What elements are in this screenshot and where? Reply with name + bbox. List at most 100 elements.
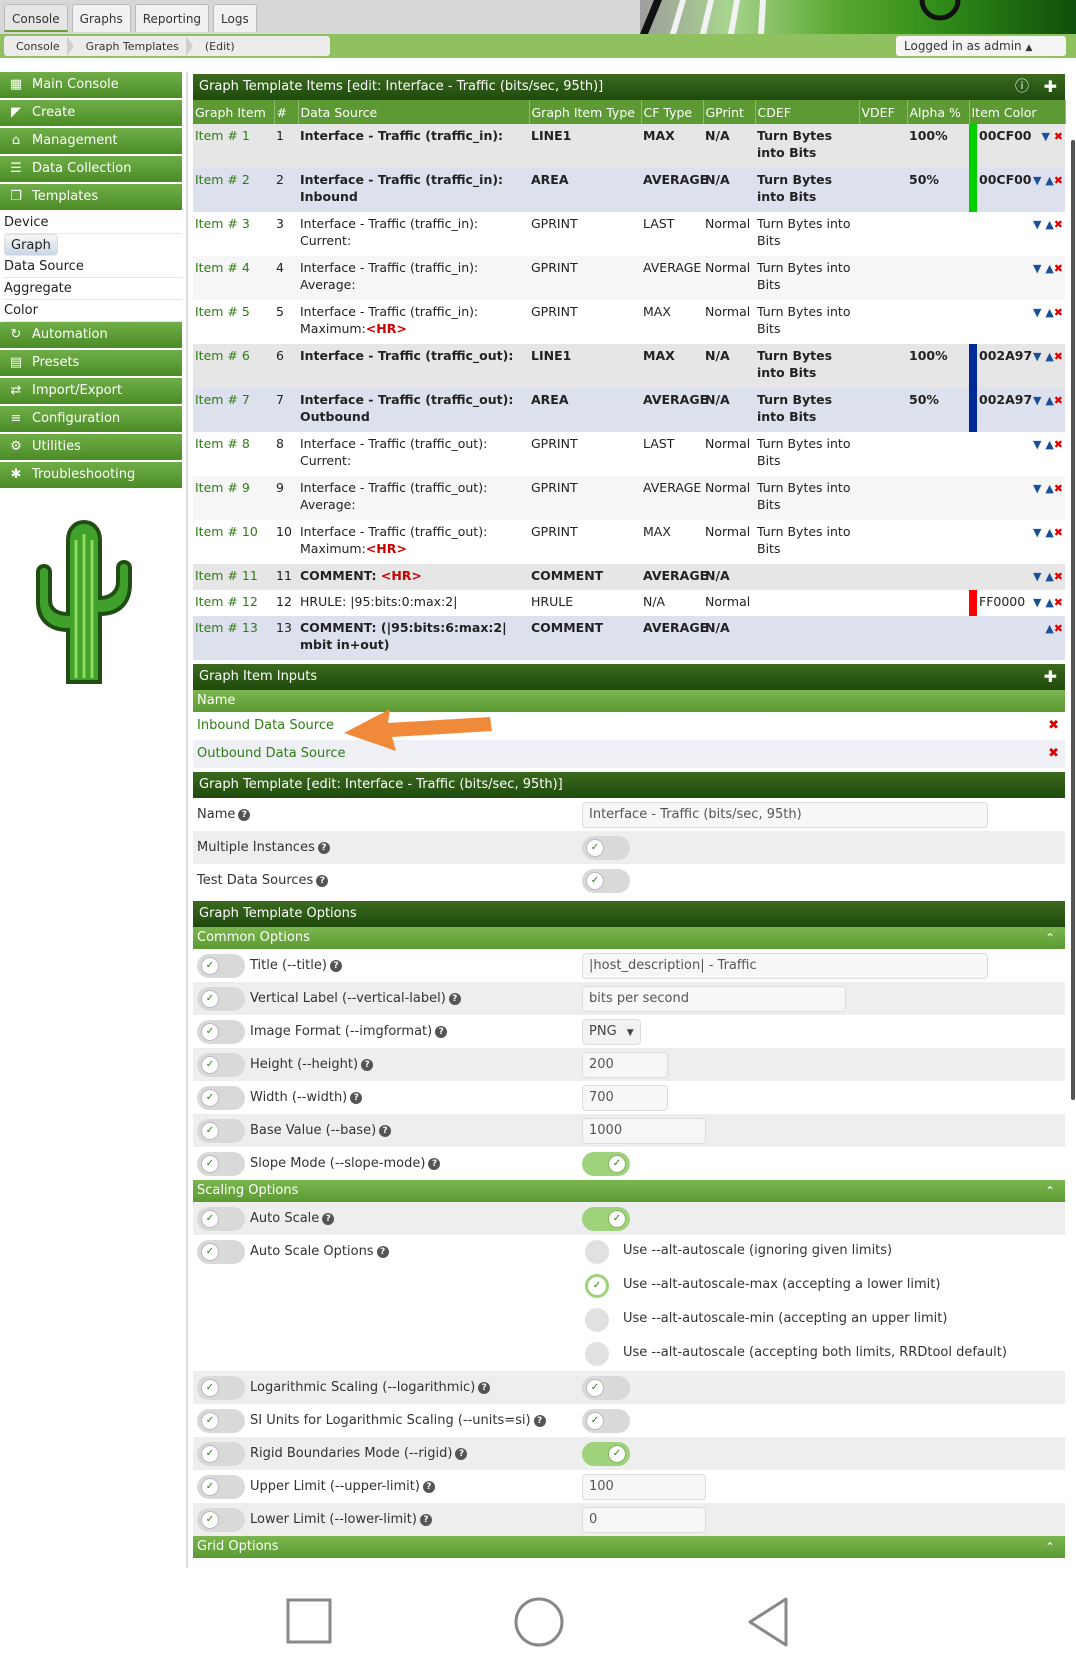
common-options-header[interactable]: Common Options ⌃ xyxy=(193,927,1065,949)
move-up-icon[interactable]: ▲ xyxy=(1045,174,1053,187)
collapse-icon[interactable]: ⌃ xyxy=(1045,1180,1055,1202)
move-down-icon[interactable]: ▼ xyxy=(1033,174,1041,187)
menu-troubleshooting[interactable]: ✱ Troubleshooting xyxy=(0,462,182,488)
delete-icon[interactable]: ✖ xyxy=(1054,622,1063,635)
logarithmic-enable-toggle[interactable]: ✓ xyxy=(197,1375,245,1400)
move-up-icon[interactable]: ▲ xyxy=(1045,218,1053,231)
help-icon[interactable]: ? xyxy=(428,1157,441,1170)
menu-create[interactable]: ◤ Create xyxy=(0,100,182,126)
breadcrumb-graph-templates[interactable]: Graph Templates xyxy=(74,35,194,56)
delete-icon[interactable]: ✖ xyxy=(1054,482,1063,495)
item-link[interactable]: Item # 12 xyxy=(193,590,274,616)
image-format-select[interactable]: PNG ▼ xyxy=(582,1018,641,1045)
grid-options-header[interactable]: Grid Options ⌃ xyxy=(193,1536,1065,1558)
help-icon[interactable]: ? xyxy=(435,1025,448,1038)
help-icon[interactable]: ? xyxy=(329,959,342,972)
title-input[interactable]: |host_description| - Traffic xyxy=(582,952,988,979)
item-link[interactable]: Item # 1 xyxy=(193,124,274,168)
help-icon[interactable]: ? xyxy=(322,1212,335,1225)
delete-icon[interactable]: ✖ xyxy=(1054,174,1063,187)
item-link[interactable]: Item # 13 xyxy=(193,616,274,660)
move-down-icon[interactable]: ▼ xyxy=(1033,526,1041,539)
delete-icon[interactable]: ✖ xyxy=(1054,350,1063,363)
item-link[interactable]: Item # 5 xyxy=(193,300,274,344)
slope-mode-switch[interactable]: ✓ xyxy=(582,1151,630,1176)
radio-button[interactable] xyxy=(585,1240,609,1264)
rigid-switch[interactable]: ✓ xyxy=(582,1441,630,1466)
width-input[interactable]: 700 xyxy=(582,1084,668,1111)
help-icon[interactable]: ? xyxy=(419,1513,432,1526)
menu-templates[interactable]: ❐ Templates xyxy=(0,184,182,210)
item-link[interactable]: Item # 11 xyxy=(193,564,274,590)
move-down-icon[interactable]: ▼ xyxy=(1033,570,1041,583)
submenu-color[interactable]: Color xyxy=(4,300,182,322)
help-icon[interactable]: ? xyxy=(350,1091,363,1104)
back-icon[interactable] xyxy=(744,1596,792,1648)
move-up-icon[interactable]: ▲ xyxy=(1045,570,1053,583)
item-link[interactable]: Item # 8 xyxy=(193,432,274,476)
multi-instances-switch[interactable]: ✓ xyxy=(582,835,630,860)
vertical-label-enable-toggle[interactable]: ✓ xyxy=(197,986,245,1011)
help-icon[interactable]: ⓘ xyxy=(1015,74,1029,100)
move-down-icon[interactable]: ▼ xyxy=(1033,306,1041,319)
base-value-input[interactable]: 1000 xyxy=(582,1117,706,1144)
move-up-icon[interactable]: ▲ xyxy=(1045,350,1053,363)
submenu-device[interactable]: Device xyxy=(4,212,182,234)
radio-button[interactable] xyxy=(585,1342,609,1366)
help-icon[interactable]: ? xyxy=(455,1447,468,1460)
vertical-label-input[interactable]: bits per second xyxy=(582,985,846,1012)
input-link[interactable]: Inbound Data Source xyxy=(197,718,334,733)
item-link[interactable]: Item # 7 xyxy=(193,388,274,432)
tab-console[interactable]: Console xyxy=(4,4,68,32)
delete-icon[interactable]: ✖ xyxy=(1054,570,1063,583)
delete-icon[interactable]: ✖ xyxy=(1054,306,1063,319)
item-link[interactable]: Item # 2 xyxy=(193,168,274,212)
move-down-icon[interactable]: ▼ xyxy=(1033,438,1041,451)
help-icon[interactable]: ? xyxy=(448,992,461,1005)
recent-apps-icon[interactable] xyxy=(286,1598,332,1644)
move-down-icon[interactable]: ▼ xyxy=(1033,394,1041,407)
delete-icon[interactable]: ✖ xyxy=(1054,394,1063,407)
tab-reporting[interactable]: Reporting xyxy=(134,4,210,32)
move-up-icon[interactable]: ▲ xyxy=(1045,526,1053,539)
auto-scale-switch[interactable]: ✓ xyxy=(582,1206,630,1231)
move-up-icon[interactable]: ▲ xyxy=(1045,482,1053,495)
add-item-icon[interactable]: ✚ xyxy=(1044,74,1057,100)
move-down-icon[interactable]: ▼ xyxy=(1041,130,1049,143)
add-input-icon[interactable]: ✚ xyxy=(1044,664,1057,690)
radio-button[interactable]: ✓ xyxy=(585,1274,609,1298)
width-enable-toggle[interactable]: ✓ xyxy=(197,1085,245,1110)
item-link[interactable]: Item # 10 xyxy=(193,520,274,564)
delete-icon[interactable]: ✖ xyxy=(1054,438,1063,451)
slope-mode-enable-toggle[interactable]: ✓ xyxy=(197,1151,245,1176)
move-down-icon[interactable]: ▼ xyxy=(1033,218,1041,231)
submenu-aggregate[interactable]: Aggregate xyxy=(4,278,182,300)
image-format-enable-toggle[interactable]: ✓ xyxy=(197,1019,245,1044)
collapse-icon[interactable]: ⌃ xyxy=(1045,927,1055,949)
upper-limit-enable-toggle[interactable]: ✓ xyxy=(197,1474,245,1499)
item-link[interactable]: Item # 3 xyxy=(193,212,274,256)
breadcrumb-console[interactable]: Console xyxy=(4,35,74,56)
help-icon[interactable]: ? xyxy=(317,841,330,854)
tab-graphs[interactable]: Graphs xyxy=(71,4,131,32)
tab-logs[interactable]: Logs xyxy=(213,4,257,32)
height-enable-toggle[interactable]: ✓ xyxy=(197,1052,245,1077)
menu-management[interactable]: ⌂ Management xyxy=(0,128,182,154)
delete-icon[interactable]: ✖ xyxy=(1048,712,1059,740)
move-down-icon[interactable]: ▼ xyxy=(1033,350,1041,363)
item-link[interactable]: Item # 4 xyxy=(193,256,274,300)
move-up-icon[interactable]: ▲ xyxy=(1045,394,1053,407)
login-status[interactable]: Logged in as admin ▲ xyxy=(896,36,1066,56)
move-up-icon[interactable]: ▲ xyxy=(1045,438,1053,451)
lower-limit-enable-toggle[interactable]: ✓ xyxy=(197,1507,245,1532)
item-link[interactable]: Item # 6 xyxy=(193,344,274,388)
delete-icon[interactable]: ✖ xyxy=(1048,740,1059,768)
help-icon[interactable]: ? xyxy=(361,1058,374,1071)
move-up-icon[interactable]: ▲ xyxy=(1045,306,1053,319)
move-down-icon[interactable]: ▼ xyxy=(1033,262,1041,275)
help-icon[interactable]: ? xyxy=(379,1124,392,1137)
move-up-icon[interactable]: ▲ xyxy=(1045,622,1053,635)
move-up-icon[interactable]: ▲ xyxy=(1045,596,1053,609)
radio-button[interactable] xyxy=(585,1308,609,1332)
delete-icon[interactable]: ✖ xyxy=(1054,130,1063,143)
